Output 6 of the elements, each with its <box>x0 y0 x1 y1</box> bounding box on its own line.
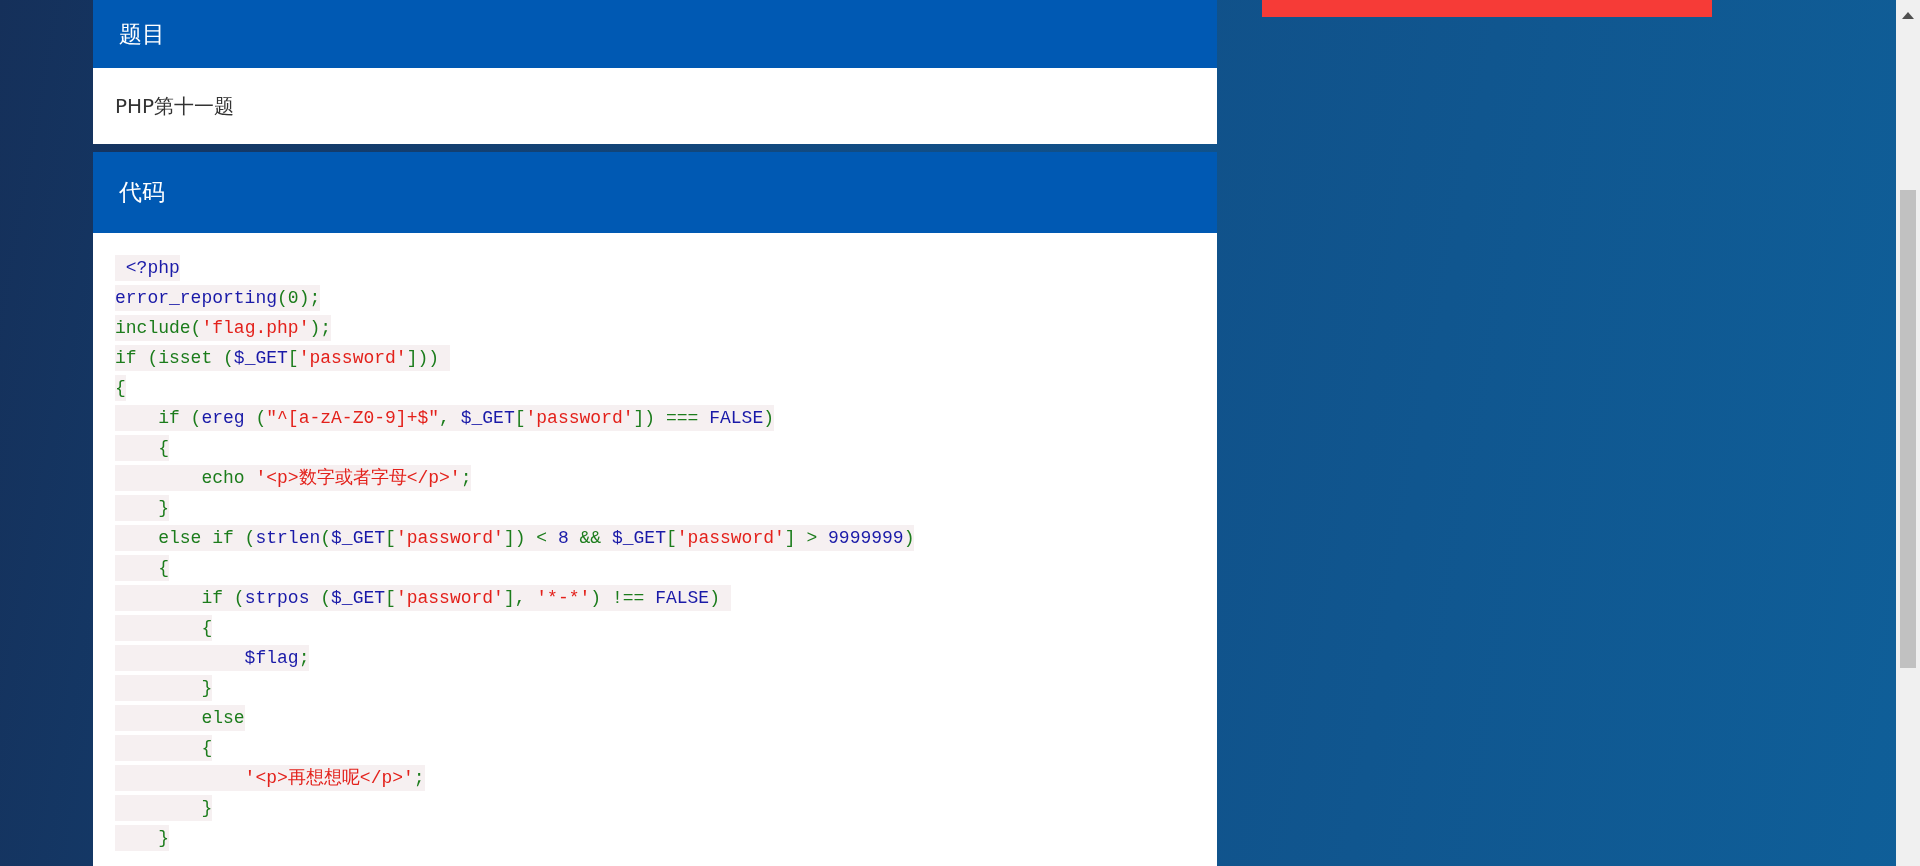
scrollbar[interactable] <box>1896 0 1920 866</box>
section-header: 代码 <box>93 152 1217 233</box>
scroll-up-icon[interactable] <box>1902 12 1914 19</box>
question-text: PHP第十一题 <box>93 68 1217 144</box>
scrollbar-thumb[interactable] <box>1900 190 1916 668</box>
section-header: 题目 <box>93 0 1217 68</box>
